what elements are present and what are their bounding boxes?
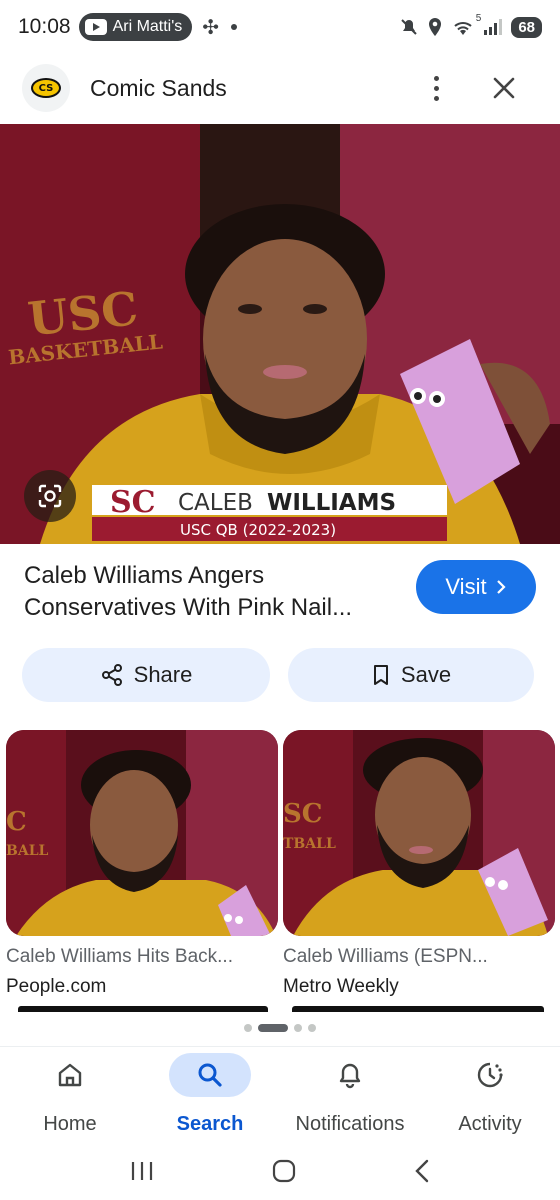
wifi-icon: 5 bbox=[451, 13, 481, 37]
nav-home-label: Home bbox=[43, 1113, 97, 1135]
pager-dot bbox=[308, 1024, 316, 1032]
lower-third-first-name: CALEB bbox=[178, 490, 253, 516]
related-shirt-text: C bbox=[6, 807, 27, 837]
hero-illustration: USC BASKETBALL SC CALEB WILLIAMS USC QB … bbox=[0, 124, 560, 544]
save-label: Save bbox=[400, 662, 452, 687]
share-label: Share bbox=[133, 662, 193, 687]
nav-search[interactable]: Search bbox=[140, 1047, 280, 1142]
more-notifications-dot bbox=[231, 24, 238, 30]
home-icon bbox=[58, 1063, 82, 1087]
related-source: Metro Weekly bbox=[283, 976, 399, 997]
wifi-badge: 5 bbox=[475, 13, 482, 24]
status-time: 10:08 bbox=[18, 15, 71, 38]
related-source: People.com bbox=[6, 976, 107, 997]
visit-label: Visit bbox=[445, 574, 487, 599]
next-row-peek bbox=[18, 1006, 268, 1012]
back-icon[interactable] bbox=[412, 1158, 432, 1184]
hero-image[interactable]: USC BASKETBALL SC CALEB WILLIAMS USC QB … bbox=[0, 124, 560, 544]
related-shirt-text-2: BALL bbox=[6, 843, 49, 859]
recent-apps-icon[interactable] bbox=[128, 1159, 156, 1183]
related-title: Caleb Williams Hits Back... bbox=[6, 946, 233, 967]
related-result-card[interactable]: C BALL Caleb Williams Hits Back... Peopl… bbox=[6, 730, 278, 998]
related-illustration: C BALL bbox=[6, 730, 278, 936]
share-icon bbox=[101, 664, 122, 686]
nav-icon-container bbox=[29, 1053, 111, 1097]
bottom-navigation: Home Search Notifications Activity bbox=[0, 1046, 560, 1142]
kebab-dot-icon bbox=[433, 85, 439, 91]
related-illustration: SC TBALL bbox=[283, 730, 555, 936]
pager-dot bbox=[294, 1024, 302, 1032]
bell-icon bbox=[339, 1063, 361, 1089]
kebab-dot-icon bbox=[433, 75, 439, 81]
mute-icon bbox=[401, 19, 418, 35]
pager-dot bbox=[244, 1024, 252, 1032]
save-button[interactable]: Save bbox=[288, 648, 534, 702]
site-logo: CS bbox=[22, 64, 70, 112]
system-navigation-bar bbox=[0, 1142, 560, 1200]
search-icon bbox=[198, 1063, 222, 1087]
site-name: Comic Sands bbox=[90, 74, 227, 101]
related-thumbnail[interactable]: SC TBALL bbox=[283, 730, 555, 936]
nav-icon-container bbox=[449, 1053, 531, 1097]
notification-pill[interactable]: Ari Matti's bbox=[78, 13, 193, 41]
pager-dot-active bbox=[258, 1024, 288, 1032]
related-thumbnail[interactable]: C BALL bbox=[6, 730, 278, 936]
site-logo-text: CS bbox=[31, 78, 61, 98]
nav-home[interactable]: Home bbox=[0, 1047, 140, 1142]
status-bar: 10:08 Ari Matti's ✣ 5 68 bbox=[0, 0, 560, 54]
home-button-icon[interactable] bbox=[271, 1158, 297, 1184]
youtube-icon bbox=[84, 19, 107, 35]
chevron-right-icon bbox=[496, 580, 506, 594]
related-title: Caleb Williams (ESPN... bbox=[283, 946, 488, 967]
pinwheel-icon: ✣ bbox=[202, 16, 220, 39]
more-options-button[interactable] bbox=[420, 72, 452, 104]
nav-activity-label: Activity bbox=[458, 1113, 522, 1135]
close-button[interactable] bbox=[488, 72, 520, 104]
bookmark-icon bbox=[373, 665, 388, 685]
battery-indicator: 68 bbox=[511, 16, 542, 38]
result-title[interactable]: Caleb Williams Angers Conservatives With… bbox=[24, 560, 394, 624]
related-shirt-text: SC bbox=[283, 799, 322, 829]
activity-icon bbox=[477, 1062, 503, 1088]
visit-button[interactable]: Visit bbox=[416, 560, 536, 614]
share-button[interactable]: Share bbox=[22, 648, 270, 702]
nav-search-label: Search bbox=[176, 1113, 244, 1135]
pager-dots bbox=[0, 1024, 560, 1032]
related-result-card[interactable]: SC TBALL Caleb Williams (ESPN... Metro W… bbox=[283, 730, 555, 998]
lens-icon bbox=[38, 484, 62, 508]
lower-third-subtitle: USC QB (2022-2023) bbox=[180, 521, 336, 539]
related-shirt-text-2: TBALL bbox=[283, 836, 336, 852]
nav-notifications-label: Notifications bbox=[295, 1113, 405, 1135]
kebab-dot-icon bbox=[433, 95, 439, 101]
status-icons: 5 68 bbox=[399, 13, 542, 38]
result-header: CS Comic Sands bbox=[0, 58, 560, 118]
nav-icon-container bbox=[169, 1053, 251, 1097]
usc-logo-mark: SC bbox=[110, 485, 156, 520]
notification-label: Ari Matti's bbox=[112, 18, 183, 35]
nav-activity[interactable]: Activity bbox=[420, 1047, 560, 1142]
nav-notifications[interactable]: Notifications bbox=[280, 1047, 420, 1142]
lower-third-last-name: WILLIAMS bbox=[267, 490, 396, 516]
signal-icon bbox=[484, 19, 503, 35]
location-icon bbox=[429, 18, 442, 36]
nav-icon-container bbox=[309, 1053, 391, 1097]
next-row-peek bbox=[292, 1006, 544, 1012]
google-lens-button[interactable] bbox=[24, 470, 76, 522]
